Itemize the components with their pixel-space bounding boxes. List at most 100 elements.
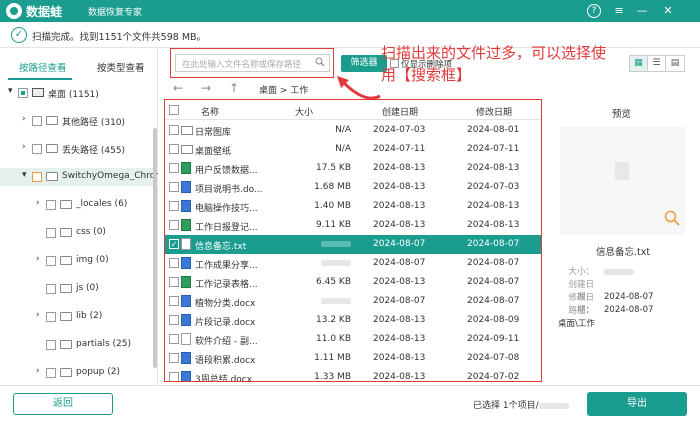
tree-item-label: css (0) [76, 227, 106, 237]
column-modified[interactable]: 修改日期 [476, 105, 512, 118]
chevron-right-icon[interactable]: › [36, 310, 40, 320]
row-checkbox[interactable] [169, 277, 179, 287]
table-row[interactable]: 工作成果分享... 2024-08-07 2024-08-07 [165, 254, 541, 273]
table-row[interactable]: 片段记录.docx 13.2 KB 2024-08-13 2024-08-09 [165, 311, 541, 330]
table-row[interactable]: ✓ 信息备忘.txt 2024-08-07 2024-08-07 [165, 235, 541, 254]
tree-item[interactable]: js (0) [0, 280, 158, 298]
detail-view-icon[interactable]: ▤ [666, 56, 684, 71]
chevron-right-icon[interactable]: › [36, 366, 40, 376]
tree-item-checkbox[interactable] [46, 228, 56, 238]
chevron-down-icon[interactable]: ▾ [22, 170, 27, 180]
row-checkbox[interactable] [169, 258, 179, 268]
row-checkbox[interactable] [169, 163, 179, 173]
table-row[interactable]: 用户反馈数据... 17.5 KB 2024-08-13 2024-08-13 [165, 159, 541, 178]
cell-name: 电脑操作技巧... [195, 204, 258, 214]
column-size[interactable]: 大小 [295, 105, 313, 118]
tree-item-checkbox[interactable] [46, 340, 56, 350]
tree-item[interactable]: partials (25) [0, 336, 158, 354]
chevron-right-icon[interactable]: › [36, 198, 40, 208]
tree-item[interactable]: ▾ 桌面 (1151) [0, 84, 158, 102]
tree-item[interactable]: › 其他路径 (310) [0, 112, 158, 130]
tree-item[interactable]: › _locales (6) [0, 196, 158, 214]
help-icon[interactable]: ? [587, 4, 601, 18]
breadcrumb[interactable]: 桌面 > 工作 [259, 83, 308, 96]
tree-item-checkbox[interactable] [46, 284, 56, 294]
tree-item[interactable]: ▾ SwitchyOmega_Chrom [0, 168, 158, 186]
row-checkbox[interactable] [169, 353, 179, 363]
folder-icon [60, 200, 72, 209]
spreadsheet-icon [181, 219, 191, 231]
tree-item-checkbox[interactable] [32, 116, 42, 126]
magnifier-icon[interactable] [664, 210, 680, 226]
table-row[interactable]: 工作记录表格... 6.45 KB 2024-08-13 2024-08-07 [165, 273, 541, 292]
word-doc-icon [181, 200, 191, 212]
column-name[interactable]: 名称 [201, 105, 219, 118]
tree-item-checkbox[interactable] [18, 88, 28, 98]
bottom-bar: 返回 已选择 1个项目/ 导出 [0, 385, 700, 427]
row-checkbox[interactable]: ✓ [169, 239, 179, 249]
row-checkbox[interactable] [169, 144, 179, 154]
search-input[interactable]: 在此处输入文件名称或保存路径 [175, 54, 330, 72]
chevron-right-icon[interactable]: › [22, 142, 26, 152]
back-arrow-icon[interactable]: ← [173, 81, 183, 95]
tree-item-checkbox[interactable] [32, 144, 42, 154]
tree-item[interactable]: › lib (2) [0, 308, 158, 326]
active-tab-indicator [8, 78, 72, 80]
list-view-icon[interactable]: ☰ [648, 56, 666, 71]
tree-item-checkbox[interactable] [46, 200, 56, 210]
row-checkbox[interactable] [169, 201, 179, 211]
table-row[interactable]: 植物分类.docx 2024-08-07 2024-08-07 [165, 292, 541, 311]
tree-item-checkbox[interactable] [46, 368, 56, 378]
row-checkbox[interactable] [169, 315, 179, 325]
cell-name: 桌面壁纸 [195, 147, 232, 157]
sidebar-scrollbar[interactable] [153, 128, 157, 368]
text-file-icon [181, 238, 191, 250]
cell-created: 2024-08-13 [373, 220, 426, 230]
tab-by-type[interactable]: 按类型查看 [97, 60, 145, 74]
grid-view-icon[interactable]: ▦ [630, 56, 648, 71]
tree-item-checkbox[interactable] [32, 172, 42, 182]
table-row[interactable]: 工作日报登记... 9.11 KB 2024-08-13 2024-08-13 [165, 216, 541, 235]
row-checkbox[interactable] [169, 372, 179, 381]
tree-item-checkbox[interactable] [46, 312, 56, 322]
cell-created: 2024-08-13 [373, 163, 426, 173]
row-checkbox[interactable] [169, 296, 179, 306]
tree-item[interactable]: › 丢失路径 (455) [0, 140, 158, 158]
table-row[interactable]: 3周总结.docx 1.33 MB 2024-08-13 2024-07-02 [165, 368, 541, 381]
close-icon[interactable]: ✕ [660, 3, 676, 19]
up-arrow-icon[interactable]: ↑ [229, 81, 239, 95]
select-all-checkbox[interactable] [169, 105, 179, 115]
export-button[interactable]: 导出 [587, 392, 687, 416]
chevron-right-icon[interactable]: › [36, 254, 40, 264]
folder-tree: ▾ 桌面 (1151) › 其他路径 (310) › 丢失路径 (455) ▾ Switchy… [0, 84, 158, 384]
back-button[interactable]: 返回 [13, 393, 113, 415]
table-row[interactable]: 日常图库 N/A 2024-07-03 2024-08-01 [165, 121, 541, 140]
table-row[interactable]: 语段积累.docx 1.11 MB 2024-08-13 2024-07-08 [165, 349, 541, 368]
row-checkbox[interactable] [169, 220, 179, 230]
tab-by-path[interactable]: 按路径查看 [19, 60, 67, 74]
sidebar: 按路径查看 按类型查看 ▾ 桌面 (1151) › 其他路径 (310) › 丢失路径 (… [0, 48, 158, 385]
tree-item[interactable]: css (0) [0, 224, 158, 242]
cell-modified: 2024-08-07 [467, 239, 520, 249]
table-row[interactable]: 项目说明书.do... 1.68 MB 2024-08-13 2024-07-03 [165, 178, 541, 197]
table-row[interactable]: 软件介绍 - 副... 11.0 KB 2024-08-13 2024-09-11 [165, 330, 541, 349]
tree-item-checkbox[interactable] [46, 256, 56, 266]
row-checkbox[interactable] [169, 182, 179, 192]
table-row[interactable]: 桌面壁纸 N/A 2024-07-11 2024-07-11 [165, 140, 541, 159]
meta-modified-value: 2024-08-07 [604, 305, 654, 315]
tree-item[interactable]: › popup (2) [0, 364, 158, 382]
table-header: 名称 大小 创建日期 修改日期 [165, 100, 541, 120]
row-checkbox[interactable] [169, 125, 179, 135]
column-created[interactable]: 创建日期 [382, 105, 418, 118]
search-icon[interactable] [315, 57, 325, 67]
table-row[interactable]: 电脑操作技巧... 1.40 MB 2024-08-13 2024-08-13 [165, 197, 541, 216]
tree-item[interactable]: › img (0) [0, 252, 158, 270]
row-checkbox[interactable] [169, 334, 179, 344]
cell-name: 片段记录.docx [195, 318, 256, 328]
cell-modified: 2024-08-09 [467, 315, 520, 325]
minimize-icon[interactable]: — [634, 3, 650, 19]
forward-arrow-icon[interactable]: → [201, 81, 211, 95]
chevron-right-icon[interactable]: › [22, 114, 26, 124]
chevron-down-icon[interactable]: ▾ [8, 86, 13, 96]
menu-icon[interactable]: ≡ [611, 3, 627, 19]
